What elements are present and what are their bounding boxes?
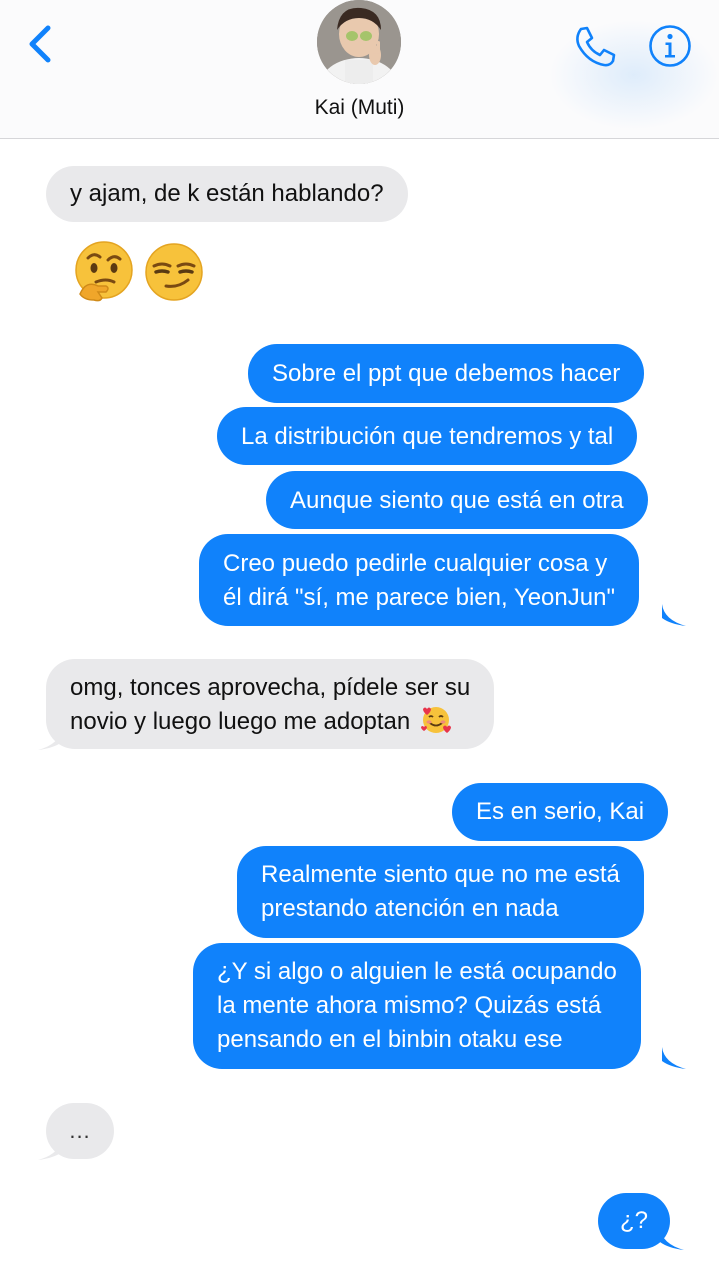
messages-screen: Kai (Muti) y ajam, de k están hablando?: [0, 0, 719, 1269]
message-text-line: la mente ahora mismo? Quizás está: [217, 992, 602, 1019]
message-bubble-outgoing[interactable]: Realmente siento que no me está prestand…: [237, 846, 644, 938]
message-bubble-incoming[interactable]: y ajam, de k están hablando?: [46, 166, 408, 222]
message-text-line: pensando en el binbin otaku ese: [217, 1026, 563, 1053]
message-bubble-outgoing[interactable]: Aunque siento que está en otra: [266, 471, 648, 529]
bubble-tail: [660, 1228, 684, 1250]
message-bubble-outgoing[interactable]: Es en serio, Kai: [452, 783, 669, 841]
contact-photo: [317, 0, 401, 84]
message-text: Sobre el ppt que debemos hacer: [272, 360, 621, 387]
phone-icon: [576, 26, 616, 67]
message-text-line: novio y luego luego me adoptan: [70, 705, 470, 739]
message-text: ¿?: [620, 1207, 649, 1234]
message-bubble-outgoing[interactable]: La distribución que tendremos y tal: [217, 407, 638, 465]
message-text: ...: [69, 1118, 91, 1143]
info-icon: [649, 25, 691, 67]
avatar[interactable]: [317, 0, 401, 84]
message-bubble-incoming[interactable]: omg, tonces aprovecha, pídele ser su nov…: [46, 659, 495, 749]
conversation-header: Kai (Muti): [0, 0, 719, 139]
emoji-message[interactable]: [72, 240, 208, 304]
bubble-tail: [662, 1047, 686, 1069]
bubble-tail: [662, 604, 686, 626]
contact-name[interactable]: Kai (Muti): [0, 96, 719, 120]
message-text: Aunque siento que está en otra: [290, 487, 624, 514]
message-text-line: prestando atención en nada: [261, 895, 559, 922]
bubble-tail: [38, 1138, 62, 1160]
message-text-line: Creo puedo pedirle cualquier cosa y: [223, 550, 608, 577]
call-button[interactable]: [572, 24, 618, 70]
smirking-face-icon: [145, 243, 203, 301]
message-bubble-outgoing[interactable]: ¿Y si algo o alguien le está ocupando la…: [193, 943, 641, 1069]
info-button[interactable]: [648, 24, 692, 68]
message-text-line: ¿Y si algo o alguien le está ocupando: [217, 958, 617, 985]
back-button[interactable]: [22, 22, 58, 66]
chevron-left-icon: [29, 25, 51, 63]
message-text: Es en serio, Kai: [476, 798, 645, 825]
message-bubble-outgoing[interactable]: Sobre el ppt que debemos hacer: [248, 344, 645, 403]
message-text-line: omg, tonces aprovecha, pídele ser su: [70, 674, 471, 701]
message-text: y ajam, de k están hablando?: [70, 180, 384, 207]
smiling-face-with-hearts-icon: [420, 707, 451, 733]
message-bubble-outgoing[interactable]: Creo puedo pedirle cualquier cosa y él d…: [199, 534, 639, 626]
message-text-line: Realmente siento que no me está: [261, 861, 620, 888]
message-text: novio y luego luego me adoptan: [70, 708, 411, 735]
message-text-line: él dirá "sí, me parece bien, YeonJun": [223, 584, 615, 611]
bubble-tail: [38, 728, 62, 750]
message-text: La distribución que tendremos y tal: [241, 423, 614, 450]
thinking-face-icon: [75, 241, 133, 302]
